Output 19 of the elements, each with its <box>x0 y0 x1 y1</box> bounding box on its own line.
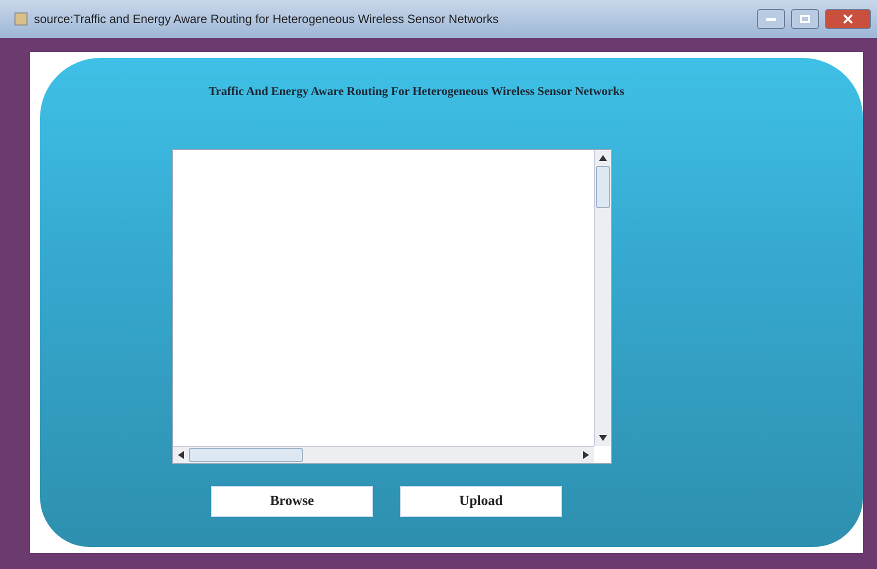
heading: Traffic And Energy Aware Routing For Heterogeneous Wireless Sensor Networks <box>208 84 624 99</box>
close-icon <box>843 14 853 24</box>
maximize-button[interactable] <box>791 9 819 29</box>
close-button[interactable] <box>825 9 871 29</box>
app-icon <box>14 12 28 26</box>
left-arrow-icon[interactable] <box>178 451 184 459</box>
vertical-scrollbar[interactable] <box>594 150 610 446</box>
action-button[interactable]: Browse <box>211 486 373 517</box>
action-button[interactable]: Upload <box>400 486 562 517</box>
minimize-button[interactable] <box>757 9 785 29</box>
horizontal-scrollbar[interactable] <box>172 446 594 463</box>
down-arrow-icon[interactable] <box>598 435 606 441</box>
scroll-thumb[interactable] <box>188 448 302 462</box>
window-title: source:Traffic and Energy Aware Routing for Heterogeneous Wireless Sensor Networks <box>34 12 500 26</box>
right-arrow-icon[interactable] <box>582 451 588 459</box>
up-arrow-icon[interactable] <box>598 155 606 161</box>
maximize-icon <box>800 15 810 23</box>
minimize-icon <box>766 18 776 20</box>
scroll-thumb[interactable] <box>596 166 610 208</box>
